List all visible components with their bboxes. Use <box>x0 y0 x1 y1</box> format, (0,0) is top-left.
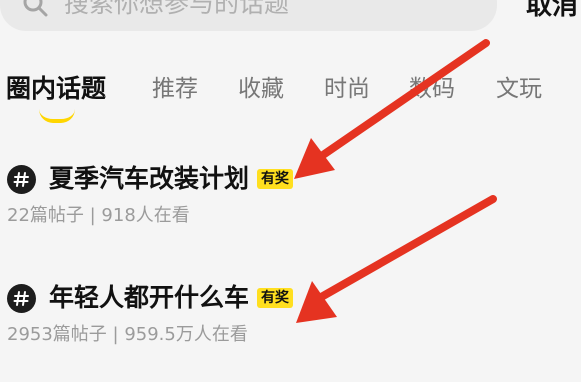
tab-digital[interactable]: 数码 <box>409 70 455 108</box>
topic-title-row: 年轻人都开什么车 有奖 <box>7 281 294 315</box>
topic-search-page: 搜索你想参与的话题 取消 圈内话题 推荐 收藏 时尚 数码 文玩 夏季汽车改装计… <box>0 0 581 382</box>
active-tab-indicator <box>39 109 75 123</box>
tab-collectibles[interactable]: 文玩 <box>496 70 542 108</box>
topic-stats: 2953篇帖子 | 959.5万人在看 <box>7 324 248 345</box>
tab-fashion[interactable]: 时尚 <box>324 70 370 108</box>
hash-icon <box>7 164 36 194</box>
topic-item[interactable]: 年轻人都开什么车 有奖 2953篇帖子 | 959.5万人在看 <box>7 281 427 353</box>
topic-title-row: 夏季汽车改装计划 有奖 <box>7 162 294 196</box>
topic-title: 年轻人都开什么车 <box>49 283 250 312</box>
topic-title: 夏季汽车改装计划 <box>49 164 250 193</box>
award-badge: 有奖 <box>257 288 294 308</box>
award-badge: 有奖 <box>257 169 294 189</box>
search-input[interactable]: 搜索你想参与的话题 <box>0 0 497 31</box>
hash-icon <box>7 283 36 313</box>
topic-stats: 22篇帖子 | 918人在看 <box>7 205 190 226</box>
cancel-button[interactable]: 取消 <box>513 0 581 25</box>
tab-circle-topics[interactable]: 圈内话题 <box>6 70 106 108</box>
topic-item[interactable]: 夏季汽车改装计划 有奖 22篇帖子 | 918人在看 <box>7 162 427 234</box>
search-icon <box>22 0 48 17</box>
tab-recommended[interactable]: 推荐 <box>152 70 198 108</box>
tab-favorites[interactable]: 收藏 <box>238 70 284 108</box>
topic-tabs: 圈内话题 推荐 收藏 时尚 数码 文玩 <box>0 70 581 125</box>
search-placeholder: 搜索你想参与的话题 <box>64 0 290 18</box>
